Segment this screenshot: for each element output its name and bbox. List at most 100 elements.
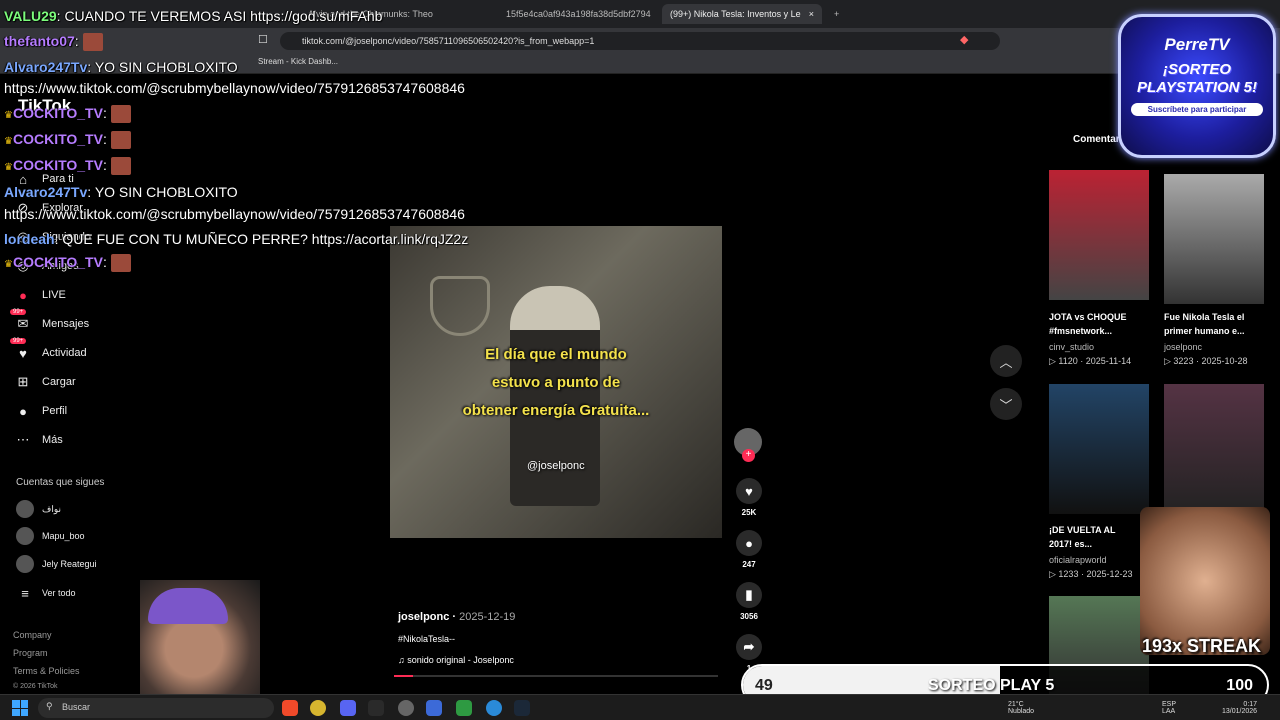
chat-message: lordeah: QUE FUE CON TU MUÑECO PERRE? ht… <box>4 231 469 247</box>
terminal-icon[interactable] <box>368 700 384 716</box>
browser-tab[interactable]: 15f5e4ca0af943a198fa38d5dbf2794 <box>498 4 658 24</box>
nav-label: Más <box>42 434 63 446</box>
related-video-author[interactable]: cinv_studio <box>1049 342 1094 352</box>
follow-plus-icon[interactable]: + <box>742 449 755 462</box>
chat-emote <box>82 33 103 52</box>
nav-item-cargar[interactable]: ⊞ Cargar <box>14 373 76 391</box>
chat-user: COCKITO_TV <box>12 131 103 147</box>
input-language[interactable]: ESP LAA <box>1162 701 1176 715</box>
chat-text: QUE FUE CON TU MUÑECO PERRE? https://aco… <box>62 231 469 247</box>
new-tab-icon[interactable]: + <box>826 4 846 24</box>
url-field[interactable]: tiktok.com/@joselponc/video/758571109650… <box>280 32 1000 50</box>
app-icon[interactable] <box>398 700 414 716</box>
nav-item-mas[interactable]: ⋯ Más <box>14 431 63 449</box>
giveaway-promo-badge: PerreTV ¡SORTEO PLAYSTATION 5! Suscríbete… <box>1118 14 1276 158</box>
video-watermark: @joselponc <box>527 460 585 472</box>
upload-icon: ⊞ <box>17 374 29 389</box>
followed-account[interactable]: Mapu_boo <box>16 527 85 545</box>
notification-badge: 99+ <box>10 309 27 315</box>
nav-item-actividad[interactable]: ♥ 99+ Actividad <box>10 338 87 362</box>
nav-item-perfil[interactable]: ● Perfil <box>14 402 67 420</box>
extensions-icon[interactable]: ◆ <box>960 33 968 46</box>
like-count: 25K <box>741 508 757 517</box>
video-progress-fill <box>394 675 414 677</box>
nav-label: Perfil <box>42 405 68 417</box>
chat-emote <box>110 131 131 150</box>
app-icon[interactable] <box>426 700 442 716</box>
weather-widget[interactable]: 21°C Nublado <box>1008 701 1034 715</box>
crown-icon: ♛ <box>4 162 13 173</box>
related-video-thumbnail[interactable] <box>1164 174 1264 304</box>
related-video-author[interactable]: oficialrapworld <box>1049 555 1107 565</box>
followed-account[interactable]: نواف <box>16 500 61 518</box>
reaction-emote-image <box>1140 507 1270 655</box>
sound-label: sonido original - Joselponc <box>407 655 514 665</box>
next-video-button[interactable]: ﹀ <box>990 388 1022 420</box>
chat-message: VALU29: CUANDO TE VEREMOS ASI https://go… <box>4 8 383 24</box>
music-note-icon: ♫ <box>398 655 408 665</box>
chat-message: ♛COCKITO_TV: <box>4 131 131 150</box>
bookmark-item[interactable]: Stream - Kick Dashb... <box>258 57 338 66</box>
related-video-author[interactable]: joselponc <box>1164 342 1202 352</box>
chat-emote <box>110 157 131 176</box>
app-icon[interactable] <box>456 700 472 716</box>
nav-label: LIVE <box>42 289 66 301</box>
goal-current: 49 <box>755 677 773 694</box>
windows-start-icon[interactable] <box>12 700 28 716</box>
comment-icon: ● <box>736 530 762 556</box>
footer-copyright: © 2026 TikTok <box>13 683 58 690</box>
browser-tab-active[interactable]: (99+) Nikola Tesla: Inventos y Le × <box>662 4 822 24</box>
video-player[interactable]: El día que el mundo estuvo a punto de ob… <box>390 226 722 538</box>
footer-program[interactable]: Program <box>13 648 48 658</box>
nav-item-live[interactable]: ● LIVE <box>14 286 66 304</box>
discord-icon[interactable] <box>340 700 356 716</box>
crown-icon: ♛ <box>4 259 13 270</box>
brave-browser-icon[interactable] <box>282 700 298 716</box>
system-clock[interactable]: 0:17 13/01/2026 <box>1222 701 1257 715</box>
footer-terms[interactable]: Terms & Policies <box>13 666 80 676</box>
steam-icon[interactable] <box>514 700 530 716</box>
video-caption-line: estuvo a punto de <box>491 374 621 391</box>
chevron-up-icon: ︿ <box>999 354 1013 370</box>
video-author[interactable]: joselponc · 2025-12-19 <box>398 611 515 623</box>
obs-icon[interactable] <box>310 700 326 716</box>
save-button[interactable]: ▮ 3056 <box>734 582 764 621</box>
video-hashtags[interactable]: #NikolaTesla-- <box>398 634 455 644</box>
more-icon: ⋯ <box>16 432 30 447</box>
related-video-thumbnail[interactable] <box>1164 384 1264 514</box>
video-sound[interactable]: ♫ sonido original - Joselponc <box>398 655 514 665</box>
related-video-title[interactable]: ¡DE VUELTA AL 2017! es... <box>1049 523 1116 551</box>
chat-message: thefanto07: <box>4 33 103 52</box>
views-icon: ▷ <box>1049 356 1059 366</box>
related-video-title[interactable]: Fue Nikola Tesla el primer humano e... <box>1164 310 1245 338</box>
app-icon[interactable] <box>486 700 502 716</box>
address-bar: ☐ tiktok.com/@joselponc/video/7585711096… <box>0 28 1280 54</box>
footer-company[interactable]: Company <box>13 630 52 640</box>
author-name: joselponc <box>398 611 450 623</box>
share-icon: ➦ <box>736 634 762 660</box>
messages-icon: ✉ 99+ <box>10 309 32 333</box>
related-video-title[interactable]: JOTA vs CHOQUE #fmsnetwork... <box>1049 310 1127 338</box>
bookmark-icon[interactable]: ☐ <box>258 33 268 46</box>
related-video-meta: ▷ 1120 · 2025-11-14 <box>1049 356 1132 366</box>
taskbar-search[interactable]: ⚲ Buscar <box>38 698 274 718</box>
chat-user: COCKITO_TV <box>12 254 103 270</box>
close-icon[interactable]: × <box>809 9 814 19</box>
followed-account[interactable]: Jely Reategui <box>16 555 97 573</box>
search-placeholder: Buscar <box>62 702 91 712</box>
comment-button[interactable]: ● 247 <box>734 530 764 569</box>
like-button[interactable]: ♥ 25K <box>734 478 764 517</box>
comment-count: 247 <box>742 560 756 569</box>
save-count: 3056 <box>740 612 758 621</box>
search-icon: ⚲ <box>46 701 53 711</box>
chat-message: https://www.tiktok.com/@scrubmybellaynow… <box>4 80 465 96</box>
video-progress-bar[interactable] <box>394 675 718 677</box>
nav-item-mensajes[interactable]: ✉ 99+ Mensajes <box>10 309 89 333</box>
nav-label: Actividad <box>42 347 87 359</box>
chat-message: Alvaro247Tv: YO SIN CHOBLOXITO <box>4 184 238 200</box>
see-all-link[interactable]: ≡ Ver todo <box>16 584 75 602</box>
related-video-thumbnail[interactable] <box>1049 170 1149 300</box>
avatar <box>16 555 34 573</box>
related-video-thumbnail[interactable] <box>1049 384 1149 514</box>
previous-video-button[interactable]: ︿ <box>990 345 1022 377</box>
